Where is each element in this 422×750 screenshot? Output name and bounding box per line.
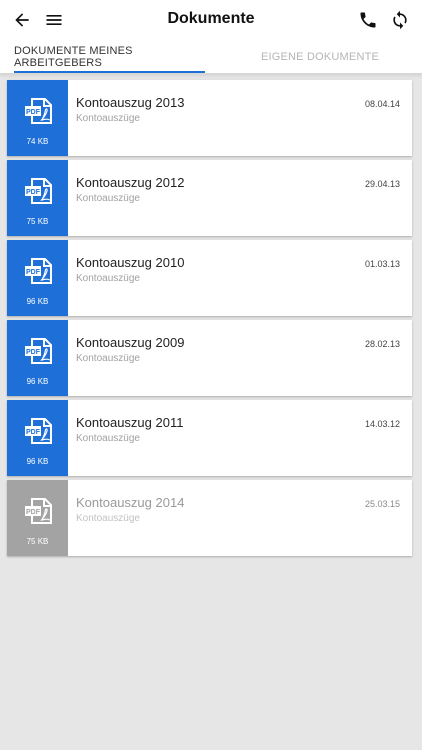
document-thumbnail: PDF 74 KB: [7, 80, 68, 156]
document-thumbnail: PDF 75 KB: [7, 160, 68, 236]
document-thumbnail: PDF 96 KB: [7, 320, 68, 396]
document-date: 08.04.14: [364, 99, 400, 109]
app-bar: Dokumente: [0, 0, 422, 40]
document-date: 29.04.13: [364, 179, 400, 189]
document-category: Kontoauszüge: [76, 433, 140, 444]
pdf-icon: PDF: [24, 178, 52, 204]
svg-text:PDF: PDF: [26, 349, 41, 356]
pdf-icon: PDF: [24, 338, 52, 364]
phone-icon: [360, 12, 376, 28]
pdf-icon: PDF: [24, 418, 52, 444]
document-title: Kontoauszug 2014: [76, 495, 185, 510]
document-category: Kontoauszüge: [76, 113, 140, 124]
active-tab-indicator: [14, 71, 205, 73]
document-list: PDF 74 KB Kontoauszug 2013 Kontoauszüge …: [7, 80, 412, 560]
file-size: 75 KB: [26, 537, 49, 546]
document-category: Kontoauszüge: [76, 193, 140, 204]
document-category: Kontoauszüge: [76, 513, 140, 524]
document-card[interactable]: PDF 96 KB Kontoauszug 2011 Kontoauszüge …: [7, 400, 412, 476]
tab-employer-documents[interactable]: DOKUMENTE MEINES ARBEITGEBERS: [14, 40, 205, 74]
document-category: Kontoauszüge: [76, 353, 140, 364]
svg-text:PDF: PDF: [26, 509, 41, 516]
svg-text:PDF: PDF: [26, 429, 41, 436]
pdf-icon: PDF: [24, 258, 52, 284]
svg-text:PDF: PDF: [26, 109, 41, 116]
document-date: 25.03.15: [364, 499, 400, 509]
document-card[interactable]: PDF 74 KB Kontoauszug 2013 Kontoauszüge …: [7, 80, 412, 156]
document-title: Kontoauszug 2010: [76, 255, 185, 270]
file-size: 96 KB: [26, 377, 49, 386]
document-title: Kontoauszug 2013: [76, 95, 185, 110]
pdf-icon: PDF: [24, 98, 52, 124]
document-card[interactable]: PDF 96 KB Kontoauszug 2009 Kontoauszüge …: [7, 320, 412, 396]
tab-own-documents[interactable]: EIGENE DOKUMENTE: [220, 40, 420, 74]
document-category: Kontoauszüge: [76, 273, 140, 284]
tab-label: EIGENE DOKUMENTE: [260, 51, 380, 63]
file-size: 96 KB: [26, 297, 49, 306]
document-thumbnail: PDF 96 KB: [7, 240, 68, 316]
document-date: 01.03.13: [364, 259, 400, 269]
document-card[interactable]: PDF 96 KB Kontoauszug 2010 Kontoauszüge …: [7, 240, 412, 316]
svg-text:PDF: PDF: [26, 269, 41, 276]
document-title: Kontoauszug 2011: [76, 415, 184, 430]
document-date: 28.02.13: [364, 339, 400, 349]
document-title: Kontoauszug 2012: [76, 175, 185, 190]
document-thumbnail: PDF 75 KB: [7, 480, 68, 556]
document-title: Kontoauszug 2009: [76, 335, 185, 350]
document-date: 14.03.12: [364, 419, 400, 429]
document-card[interactable]: PDF 75 KB Kontoauszug 2014 Kontoauszüge …: [7, 480, 412, 556]
document-card[interactable]: PDF 75 KB Kontoauszug 2012 Kontoauszüge …: [7, 160, 412, 236]
file-size: 74 KB: [26, 137, 49, 146]
file-size: 96 KB: [26, 457, 49, 466]
svg-text:PDF: PDF: [26, 189, 41, 196]
document-thumbnail: PDF 96 KB: [7, 400, 68, 476]
tab-bar: DOKUMENTE MEINES ARBEITGEBERS EIGENE DOK…: [0, 40, 422, 74]
file-size: 75 KB: [26, 217, 49, 226]
tab-label: DOKUMENTE MEINES ARBEITGEBERS: [14, 45, 133, 69]
refresh-button[interactable]: [386, 6, 414, 34]
pdf-icon: PDF: [24, 498, 52, 524]
call-button[interactable]: [354, 6, 382, 34]
refresh-icon: [393, 10, 407, 30]
